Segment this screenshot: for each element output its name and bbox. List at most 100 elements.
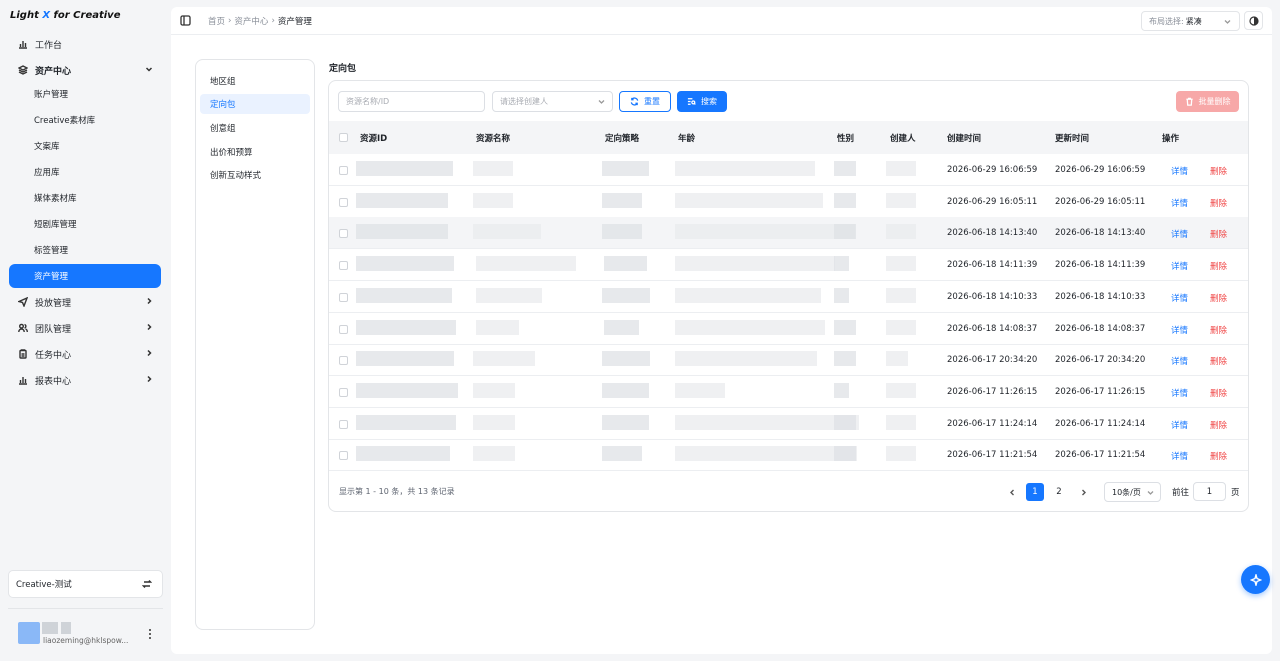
pagination-summary: 显示第 1 - 10 条，共 13 条记录: [339, 487, 455, 496]
delete-link[interactable]: 删除: [1210, 165, 1227, 177]
redacted-cell: [473, 192, 513, 208]
column-header-age[interactable]: 年龄: [678, 132, 695, 144]
app-logo[interactable]: Light X for Creative: [10, 10, 121, 21]
row-checkbox[interactable]: [339, 166, 348, 175]
row-checkbox[interactable]: [339, 451, 348, 461]
delete-link[interactable]: 删除: [1210, 260, 1227, 272]
table-row[interactable]: 2026-06-18 14:08:37 2026-06-18 14:08:37 详情…: [329, 313, 1248, 345]
nav-delivery[interactable]: 投放管理: [9, 290, 161, 314]
detail-link[interactable]: 详情: [1171, 260, 1188, 272]
detail-link[interactable]: 详情: [1171, 355, 1188, 367]
more-vertical-icon[interactable]: [147, 628, 153, 640]
row-checkbox[interactable]: [339, 356, 348, 366]
sidebar-item-creative-library[interactable]: Creative素材库: [9, 108, 161, 132]
goto-page-input[interactable]: 1: [1193, 482, 1226, 501]
table-row[interactable]: 2026-06-29 16:06:59 2026-06-29 16:06:59 详情…: [329, 154, 1248, 186]
column-header-name[interactable]: 资源名称: [476, 132, 510, 144]
delete-link[interactable]: 删除: [1210, 387, 1227, 399]
select-all-checkbox[interactable]: [339, 133, 348, 142]
table-row[interactable]: 2026-06-29 16:05:11 2026-06-29 16:05:11 详情…: [329, 186, 1248, 218]
detail-link[interactable]: 详情: [1171, 228, 1188, 240]
row-checkbox[interactable]: [339, 229, 348, 239]
resource-tab-interactive-style[interactable]: 创新互动样式: [200, 165, 310, 185]
user-email: liaozeming@hklspow...: [43, 636, 129, 645]
theme-toggle-button[interactable]: [1244, 11, 1263, 30]
column-header-created[interactable]: 创建时间: [947, 132, 981, 144]
column-header-strategy[interactable]: 定向策略: [605, 132, 639, 144]
sidebar-item-copy-library[interactable]: 文案库: [9, 134, 161, 158]
nav-asset-center[interactable]: 资产中心: [9, 58, 161, 82]
row-checkbox[interactable]: [339, 387, 348, 397]
redacted-cell: [834, 382, 849, 398]
sidebar-item-media-library[interactable]: 媒体素材库: [9, 186, 161, 210]
search-button[interactable]: 搜索: [677, 91, 727, 112]
delete-link[interactable]: 删除: [1210, 419, 1227, 431]
detail-link[interactable]: 详情: [1171, 197, 1188, 209]
delete-link[interactable]: 删除: [1210, 450, 1227, 462]
prev-page-button[interactable]: [1006, 483, 1018, 501]
next-page-button[interactable]: [1077, 483, 1089, 501]
search-list-icon: [687, 98, 696, 105]
page-size-select[interactable]: 10条/页: [1104, 482, 1161, 502]
redacted-cell: [834, 287, 849, 303]
breadcrumb-home[interactable]: 首页: [208, 15, 225, 27]
sidebar-item-drama-library[interactable]: 短剧库管理: [9, 212, 161, 236]
redacted-cell: [602, 161, 649, 176]
search-input[interactable]: 资源名称/ID: [338, 91, 485, 112]
column-header-gender[interactable]: 性别: [837, 132, 854, 144]
row-checkbox[interactable]: [339, 419, 348, 429]
detail-link[interactable]: 详情: [1171, 165, 1188, 177]
resource-tab-region-group[interactable]: 地区组: [200, 71, 310, 91]
sidebar-item-tag-management[interactable]: 标签管理: [9, 238, 161, 262]
table-row[interactable]: 2026-06-18 14:13:40 2026-06-18 14:13:40 详情…: [329, 217, 1248, 250]
user-profile[interactable]: liaozeming@hklspow...: [18, 620, 163, 648]
row-checkbox[interactable]: [339, 197, 348, 207]
column-header-creator[interactable]: 创建人: [890, 132, 916, 144]
resource-tab-bid-budget[interactable]: 出价和预算: [200, 142, 310, 162]
sidebar-item-asset-management[interactable]: 资产管理: [9, 264, 161, 288]
detail-link[interactable]: 详情: [1171, 450, 1188, 462]
delete-link[interactable]: 删除: [1210, 324, 1227, 336]
sidebar-item-account[interactable]: 账户管理: [9, 82, 161, 106]
resource-tab-targeting-package[interactable]: 定向包: [200, 94, 310, 114]
page-button-2[interactable]: 2: [1050, 483, 1068, 501]
page-button-1[interactable]: 1: [1026, 483, 1044, 501]
resource-tab-creative-group[interactable]: 创意组: [200, 118, 310, 138]
table-row[interactable]: 2026-06-17 11:24:14 2026-06-17 11:24:14 详情…: [329, 408, 1248, 440]
layout-select[interactable]: 布局选择: 紧凑: [1141, 11, 1240, 31]
table-row[interactable]: 2026-06-18 14:10:33 2026-06-18 14:10:33 详情…: [329, 281, 1248, 313]
sidebar-toggle-icon[interactable]: [180, 15, 191, 26]
assistant-fab[interactable]: [1241, 565, 1270, 594]
delete-link[interactable]: 删除: [1210, 292, 1227, 304]
reset-button[interactable]: 重置: [619, 91, 671, 112]
delete-link[interactable]: 删除: [1210, 197, 1227, 209]
breadcrumb-separator: ›: [228, 16, 232, 26]
detail-link[interactable]: 详情: [1171, 387, 1188, 399]
breadcrumb-current: 资产管理: [277, 17, 312, 27]
row-checkbox[interactable]: [339, 292, 348, 302]
redacted-cell: [886, 319, 916, 335]
environment-switcher[interactable]: Creative-测试: [8, 570, 163, 598]
column-header-id[interactable]: 资源ID: [360, 132, 387, 144]
nav-tasks[interactable]: 任务中心: [9, 342, 161, 366]
table-row[interactable]: 2026-06-17 20:34:20 2026-06-17 20:34:20 详情…: [329, 344, 1248, 377]
batch-delete-button[interactable]: 批量删除: [1176, 91, 1239, 112]
table-row[interactable]: 2026-06-18 14:11:39 2026-06-18 14:11:39 详情…: [329, 249, 1248, 282]
detail-link[interactable]: 详情: [1171, 419, 1188, 431]
nav-team[interactable]: 团队管理: [9, 316, 161, 340]
delete-link[interactable]: 删除: [1210, 228, 1227, 240]
creator-select[interactable]: 请选择创建人: [492, 91, 613, 112]
table-row[interactable]: 2026-06-17 11:26:15 2026-06-17 11:26:15 详情…: [329, 376, 1248, 408]
report-chart-icon: [17, 374, 29, 386]
table-row[interactable]: 2026-06-17 11:21:54 2026-06-17 11:21:54 详情…: [329, 439, 1248, 472]
row-checkbox[interactable]: [339, 261, 348, 271]
breadcrumb-asset-center[interactable]: 资产中心: [234, 15, 268, 27]
column-header-updated[interactable]: 更新时间: [1055, 132, 1089, 144]
nav-reports[interactable]: 报表中心: [9, 368, 161, 392]
detail-link[interactable]: 详情: [1171, 324, 1188, 336]
delete-link[interactable]: 删除: [1210, 355, 1227, 367]
detail-link[interactable]: 详情: [1171, 292, 1188, 304]
row-checkbox[interactable]: [339, 324, 348, 334]
sidebar-item-app-library[interactable]: 应用库: [9, 160, 161, 184]
nav-workbench[interactable]: 工作台: [9, 32, 161, 56]
